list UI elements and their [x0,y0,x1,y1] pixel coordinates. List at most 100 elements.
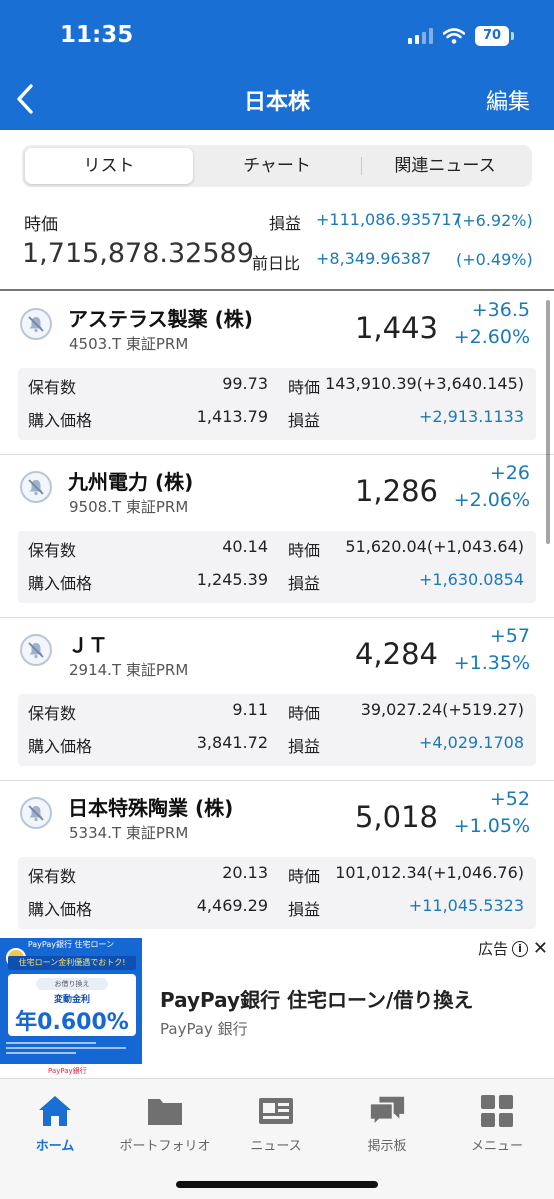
ad-title[interactable]: PayPay銀行 住宅ローン/借り換え [160,984,473,1013]
pl-label: 損益 [288,411,321,430]
app-header: 11:35 70 日本株 編集 [0,0,554,130]
battery-icon: 70 [475,26,514,46]
tab-chart[interactable]: チャート [193,148,361,184]
close-icon[interactable]: ✕ [533,938,548,959]
ad-label: 広告 [477,940,508,958]
stock-row[interactable]: ＪＴ 2914.T 東証PRM 4,284 +57 +1.35% 保有数 9.1… [0,617,554,781]
ad-card-subtitle: お借り換え [36,978,108,990]
buy-price-label: 購入価格 [28,737,93,756]
holding-details: 保有数 20.13 時価 101,012.34(+1,046.76) 購入価格 … [18,857,536,929]
ad-fine-print [6,1042,138,1054]
market-value-label: 時価 [24,215,58,235]
status-icons: 70 [408,26,514,46]
bell-off-icon[interactable] [20,634,52,666]
ad-banner[interactable]: PayPay銀行 住宅ローン 住宅ローン金利優遇でおトク! お借り換え 変動金利… [0,938,554,1078]
buy-price-value: 4,469.29 [196,896,268,915]
qty-label: 保有数 [28,867,77,886]
news-icon [257,1093,295,1129]
tab-menu[interactable]: メニュー [442,1093,552,1154]
tab-list[interactable]: リスト [25,148,193,184]
qty-value: 20.13 [222,863,268,882]
holding-pl: +11,045.5323 [408,896,524,915]
view-segmented-control: リスト チャート 関連ニュース [22,145,532,187]
portfolio-summary: 時価 1,715,878.32589 損益 +111,086.935717 (+… [0,200,554,290]
market-value-label: 時価 [288,704,321,723]
bell-off-icon[interactable] [20,471,52,503]
day-change-percent: (+0.49%) [456,250,533,269]
edit-button[interactable]: 編集 [486,84,530,116]
tab-board-label: 掲示板 [367,1139,407,1154]
tab-portfolio[interactable]: ポートフォリオ [110,1093,220,1154]
pl-label: 損益 [288,574,321,593]
pl-percent: (+6.92%) [456,211,533,230]
tab-related-news[interactable]: 関連ニュース [361,148,529,184]
holding-market-value: 101,012.34(+1,046.76) [335,863,524,882]
holding-details: 保有数 40.14 時価 51,620.04(+1,043.64) 購入価格 1… [18,531,536,603]
back-chevron-icon[interactable] [12,82,38,116]
stock-row[interactable]: 日本特殊陶業 (株) 5334.T 東証PRM 5,018 +52 +1.05%… [0,780,554,944]
tab-board[interactable]: 掲示板 [332,1093,442,1154]
stock-row[interactable]: 九州電力 (株) 9508.T 東証PRM 1,286 +26 +2.06% 保… [0,454,554,618]
stock-change: +26 [489,462,530,484]
pl-label: 損益 [269,214,302,233]
grid-icon [478,1093,516,1129]
stock-change-percent: +2.60% [453,326,530,348]
tab-home[interactable]: ホーム [0,1093,110,1154]
qty-value: 40.14 [222,537,268,556]
stock-code: 5334.T 東証PRM [69,824,189,842]
pl-label: 損益 [288,900,321,919]
ad-image[interactable]: PayPay銀行 住宅ローン 住宅ローン金利優遇でおトク! お借り換え 変動金利… [0,938,142,1064]
holding-pl: +2,913.1133 [418,407,524,426]
market-value-label: 時価 [288,541,321,560]
qty-value: 99.73 [222,374,268,393]
qty-label: 保有数 [28,541,77,560]
qty-label: 保有数 [28,378,77,397]
stock-change-percent: +2.06% [453,489,530,511]
stock-name: 九州電力 (株) [68,470,194,494]
buy-price-label: 購入価格 [28,411,93,430]
stock-price: 1,286 [354,474,438,508]
ad-image-banner: 住宅ローン金利優遇でおトク! [8,956,136,970]
qty-label: 保有数 [28,704,77,723]
cellular-signal-icon [408,28,433,44]
stock-code: 9508.T 東証PRM [69,498,189,516]
day-change-value: +8,349.96387 [316,249,432,268]
buy-price-value: 1,245.39 [196,570,268,589]
ad-sponsor: PayPay 銀行 [160,1020,248,1038]
stock-change: +57 [489,625,530,647]
bell-off-icon[interactable] [20,797,52,829]
tab-news[interactable]: ニュース [221,1093,331,1154]
info-icon[interactable]: i [512,941,528,957]
wifi-icon [443,28,465,44]
pl-label: 損益 [288,737,321,756]
tab-home-label: ホーム [35,1139,75,1154]
stock-code: 2914.T 東証PRM [69,661,189,679]
pl-value: +111,086.935717 [316,210,462,229]
stock-name: アステラス製薬 (株) [68,307,253,331]
stock-code: 4503.T 東証PRM [69,335,189,353]
holding-pl: +1,630.0854 [418,570,524,589]
stock-row[interactable]: アステラス製薬 (株) 4503.T 東証PRM 1,443 +36.5 +2.… [0,291,554,455]
scrollbar[interactable] [546,300,550,544]
tab-menu-label: メニュー [470,1139,523,1154]
ad-rate-card: お借り換え 変動金利 年0.600% [8,974,136,1036]
stock-change-percent: +1.05% [453,815,530,837]
buy-price-label: 購入価格 [28,900,93,919]
buy-price-value: 1,413.79 [196,407,268,426]
stock-name: ＪＴ [68,633,108,657]
holding-market-value: 39,027.24(+519.27) [360,700,524,719]
bell-off-icon[interactable] [20,308,52,340]
tab-news-label: ニュース [250,1139,302,1154]
qty-value: 9.11 [232,700,268,719]
tab-portfolio-label: ポートフォリオ [119,1139,211,1154]
battery-level: 70 [475,26,509,46]
market-value-label: 時価 [288,867,321,886]
stock-price: 5,018 [354,800,438,834]
stock-price: 1,443 [354,311,438,345]
holding-details: 保有数 99.73 時価 143,910.39(+3,640.145) 購入価格… [18,368,536,440]
holding-details: 保有数 9.11 時価 39,027.24(+519.27) 購入価格 3,84… [18,694,536,766]
chat-icon [368,1093,406,1129]
market-value-label: 時価 [288,378,321,397]
stock-price: 4,284 [354,637,438,671]
home-indicator[interactable] [176,1181,378,1188]
